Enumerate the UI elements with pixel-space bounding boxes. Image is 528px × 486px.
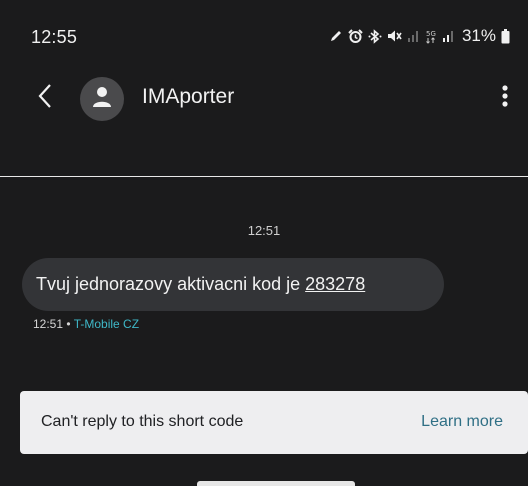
status-time: 12:55: [31, 27, 78, 47]
message-time: 12:51: [33, 317, 64, 331]
meta-separator: •: [66, 317, 71, 331]
bluetooth-icon: [368, 28, 382, 44]
reply-disabled-banner: Can't reply to this short code Learn mor…: [20, 391, 528, 454]
status-icons: 5G 31%: [329, 26, 510, 46]
conversation-header: IMAporter: [0, 70, 528, 130]
messaging-screen: 12:55 5G 31% IMAporter 12:51 Tvuj jednor…: [0, 0, 528, 486]
more-vert-icon: [502, 84, 508, 112]
more-options-button[interactable]: [490, 78, 520, 118]
alarm-icon: [348, 28, 363, 44]
learn-more-link[interactable]: Learn more: [421, 413, 503, 431]
mute-icon: [387, 29, 402, 43]
message-bubble[interactable]: Tvuj jednorazovy aktivacni kod je 283278: [22, 258, 444, 311]
message-meta: 12:51 • T-Mobile CZ: [33, 317, 139, 331]
message-text: Tvuj jednorazovy aktivacni kod je: [36, 274, 301, 294]
signal-icon: [442, 29, 455, 43]
battery-icon: [501, 28, 510, 44]
conversation-date-stamp: 12:51: [247, 223, 281, 238]
header-divider: [0, 176, 528, 177]
person-icon: [92, 86, 112, 113]
pencil-icon: [329, 29, 343, 43]
battery-percent: 31%: [461, 26, 496, 45]
contact-name: IMAporter: [142, 85, 235, 108]
svg-text:5G: 5G: [426, 30, 436, 38]
signal-icon: [407, 29, 420, 43]
status-bar: 12:55 5G 31%: [0, 0, 528, 70]
reply-disabled-text: Can't reply to this short code: [41, 413, 244, 430]
back-button[interactable]: [30, 78, 60, 118]
gesture-nav-handle[interactable]: [197, 481, 355, 486]
avatar[interactable]: [80, 77, 124, 121]
chevron-left-icon: [38, 83, 52, 114]
carrier-label: T-Mobile CZ: [73, 317, 140, 331]
activation-code-link[interactable]: 283278: [305, 274, 365, 295]
5g-icon: 5G: [425, 29, 437, 44]
